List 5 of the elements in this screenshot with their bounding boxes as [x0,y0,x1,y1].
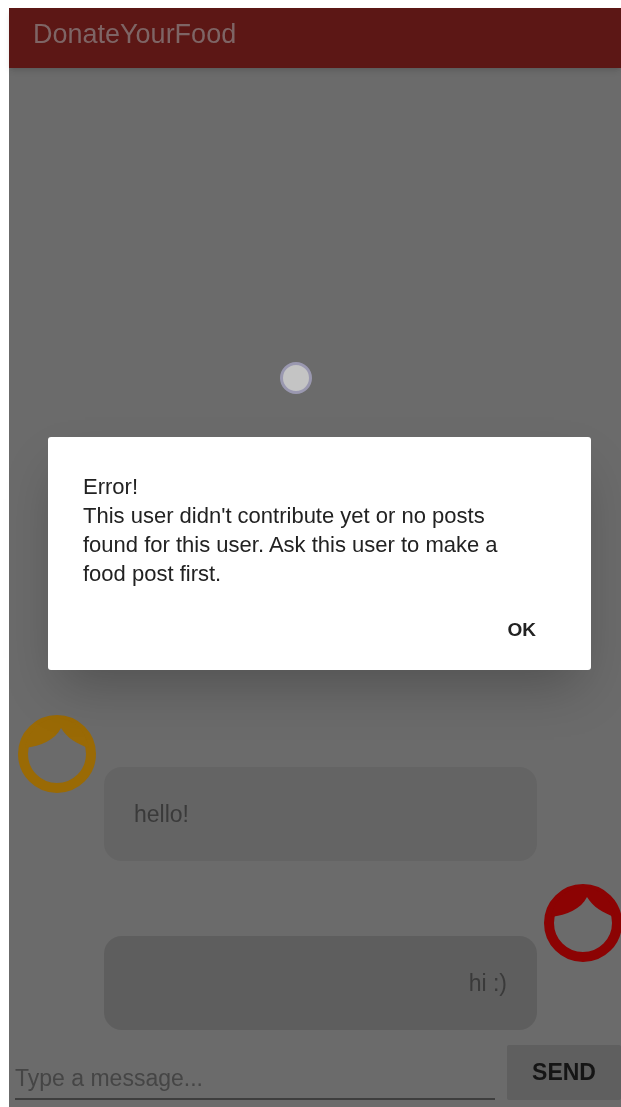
loading-spinner-icon [280,362,312,394]
ok-button[interactable]: OK [503,612,540,649]
dialog-title: Error! [83,473,139,501]
dialog-message: This user didn't contribute yet or no posts found for this user. Ask this user to make a food post first. [83,502,499,588]
app-title: DonateYourFood [33,18,237,51]
